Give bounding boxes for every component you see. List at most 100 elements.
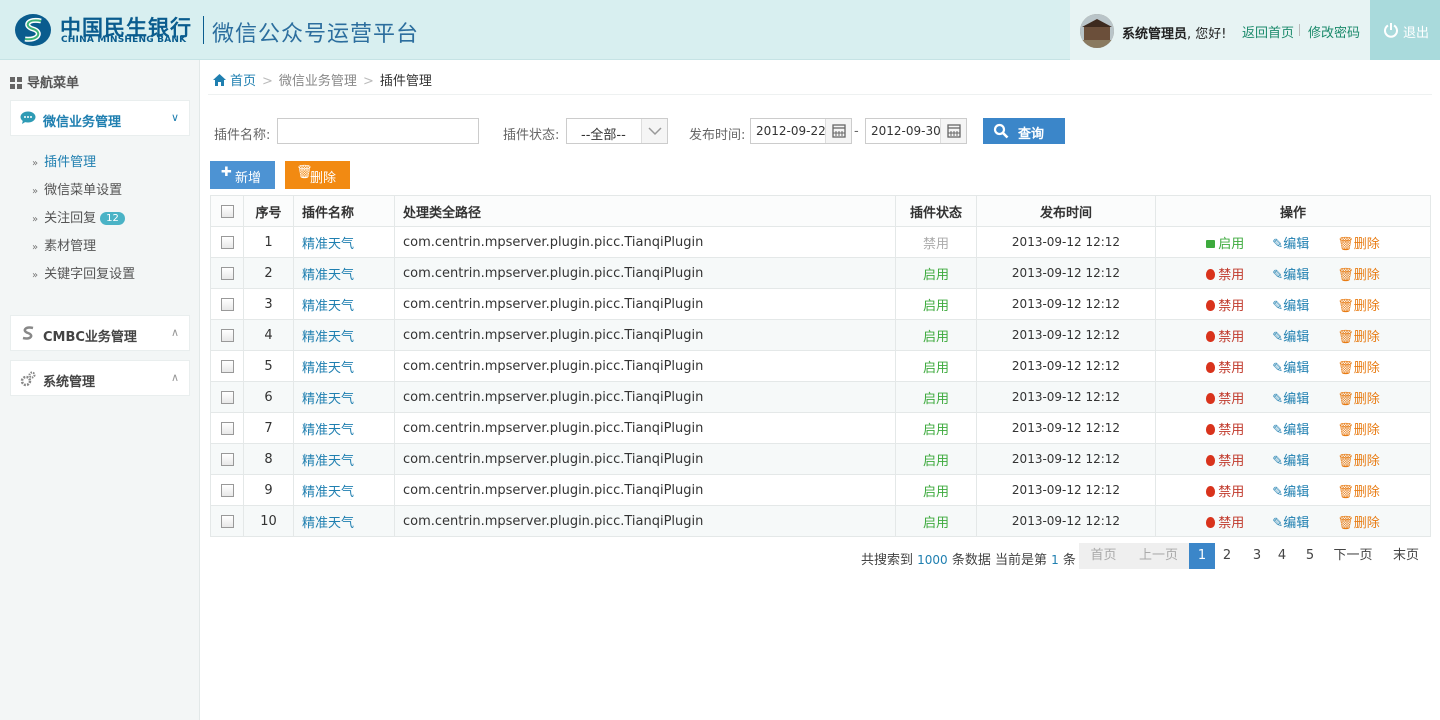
- edit-button[interactable]: ✎编辑: [1272, 264, 1309, 283]
- row-checkbox[interactable]: [220, 266, 234, 280]
- row-checkbox[interactable]: [220, 452, 234, 466]
- disable-button[interactable]: 禁用: [1206, 419, 1244, 438]
- edit-button[interactable]: ✎编辑: [1272, 295, 1309, 314]
- breadcrumb-home[interactable]: 首页: [213, 74, 256, 89]
- edit-button[interactable]: ✎编辑: [1272, 481, 1309, 500]
- row-checkbox[interactable]: [220, 483, 234, 497]
- plugin-name-link[interactable]: 精准天气: [302, 516, 354, 531]
- sidebar-item-plugins[interactable]: » 插件管理: [32, 151, 96, 170]
- enable-button[interactable]: 启用: [1206, 233, 1244, 252]
- plugin-status-select[interactable]: --全部--: [566, 118, 668, 144]
- last-page-button[interactable]: 末页: [1384, 543, 1428, 569]
- disable-button[interactable]: 禁用: [1206, 481, 1244, 500]
- row-checkbox[interactable]: [220, 421, 234, 435]
- disable-button[interactable]: 禁用: [1206, 512, 1244, 531]
- next-page-button[interactable]: 下一页: [1326, 543, 1380, 569]
- plugin-name-link[interactable]: 精准天气: [302, 268, 354, 283]
- edit-label: 编辑: [1283, 360, 1310, 376]
- row-checkbox-cell: [210, 443, 244, 475]
- prev-page-button[interactable]: 上一页: [1128, 543, 1189, 569]
- plugin-name-link[interactable]: 精准天气: [302, 361, 354, 376]
- change-password-link[interactable]: 修改密码: [1308, 22, 1360, 41]
- sidebar-item-keyword-reply[interactable]: » 关键字回复设置: [32, 263, 135, 282]
- page-button[interactable]: 5: [1298, 543, 1322, 569]
- plugin-name-link[interactable]: 精准天气: [302, 330, 354, 345]
- sidebar-group-system[interactable]: 系统管理 ∧: [10, 360, 190, 396]
- edit-button[interactable]: ✎编辑: [1272, 357, 1309, 376]
- delete-row-button[interactable]: 🗑删除: [1337, 388, 1380, 407]
- edit-button[interactable]: ✎编辑: [1272, 450, 1309, 469]
- sidebar-group-wechat[interactable]: 微信业务管理 ∨: [10, 100, 190, 136]
- first-page-button[interactable]: 首页: [1079, 543, 1128, 569]
- row-number: 4: [243, 319, 294, 351]
- delete-row-button[interactable]: 🗑删除: [1337, 419, 1380, 438]
- plugin-name-link[interactable]: 精准天气: [302, 237, 354, 252]
- delete-button[interactable]: 🗑 删除: [285, 161, 350, 189]
- delete-row-button[interactable]: 🗑删除: [1337, 295, 1380, 314]
- calendar-icon[interactable]: [940, 119, 966, 143]
- delete-row-button[interactable]: 🗑删除: [1337, 481, 1380, 500]
- sidebar-item-materials[interactable]: » 素材管理: [32, 235, 96, 254]
- plugin-name-link[interactable]: 精准天气: [302, 392, 354, 407]
- page-button[interactable]: 3: [1245, 543, 1269, 569]
- trash-icon: 🗑: [1337, 453, 1354, 469]
- query-button[interactable]: 查询: [983, 118, 1065, 144]
- column-header: 插件状态: [895, 195, 977, 227]
- delete-row-button[interactable]: 🗑删除: [1337, 357, 1380, 376]
- breadcrumb-section[interactable]: 微信业务管理: [279, 74, 357, 89]
- plugin-name-link[interactable]: 精准天气: [302, 299, 354, 314]
- actions-cell: 禁用 ✎编辑 🗑删除: [1155, 257, 1431, 289]
- plugin-name-link[interactable]: 精准天气: [302, 423, 354, 438]
- plugin-name-input[interactable]: [277, 118, 479, 144]
- disable-button[interactable]: 禁用: [1206, 388, 1244, 407]
- disable-button[interactable]: 禁用: [1206, 326, 1244, 345]
- add-button[interactable]: ✚ 新增: [210, 161, 275, 189]
- plugin-name-link[interactable]: 精准天气: [302, 454, 354, 469]
- page-button[interactable]: 1: [1189, 543, 1215, 569]
- delete-row-button[interactable]: 🗑删除: [1337, 326, 1380, 345]
- edit-button[interactable]: ✎编辑: [1272, 419, 1309, 438]
- row-checkbox[interactable]: [220, 235, 234, 249]
- row-checkbox-cell: [210, 226, 244, 258]
- delete-row-button[interactable]: 🗑删除: [1337, 512, 1380, 531]
- delete-row-button[interactable]: 🗑删除: [1337, 233, 1380, 252]
- calendar-icon[interactable]: [825, 119, 851, 143]
- class-path: com.centrin.mpserver.plugin.picc.TianqiP…: [394, 443, 896, 475]
- plugin-table: 序号 插件名称 处理类全路径 插件状态 发布时间 操作 1 精准天气 com.cen…: [210, 195, 1431, 537]
- plugin-name-link[interactable]: 精准天气: [302, 485, 354, 500]
- edit-button[interactable]: ✎编辑: [1272, 512, 1309, 531]
- page-button[interactable]: 2: [1215, 543, 1239, 569]
- sidebar-item-menu-settings[interactable]: » 微信菜单设置: [32, 179, 122, 198]
- delete-row-button[interactable]: 🗑删除: [1337, 450, 1380, 469]
- edit-label: 编辑: [1283, 422, 1310, 438]
- disable-button[interactable]: 禁用: [1206, 295, 1244, 314]
- sidebar-group-cmbc[interactable]: CMBC业务管理 ∧: [10, 315, 190, 351]
- pencil-icon: ✎: [1272, 391, 1284, 407]
- edit-button[interactable]: ✎编辑: [1272, 233, 1309, 252]
- pager-mid: 条数据 当前是第: [951, 553, 1047, 568]
- row-checkbox-cell: [210, 257, 244, 289]
- plugin-name-cell: 精准天气: [293, 474, 395, 506]
- plugin-name-cell: 精准天气: [293, 257, 395, 289]
- edit-button[interactable]: ✎编辑: [1272, 326, 1309, 345]
- page-button[interactable]: 4: [1270, 543, 1294, 569]
- row-checkbox[interactable]: [220, 328, 234, 342]
- row-checkbox[interactable]: [220, 390, 234, 404]
- row-checkbox[interactable]: [220, 359, 234, 373]
- disable-button[interactable]: 禁用: [1206, 357, 1244, 376]
- delete-row-button[interactable]: 🗑删除: [1337, 264, 1380, 283]
- date-to-input[interactable]: 2012-09-30: [865, 118, 967, 144]
- disable-button[interactable]: 禁用: [1206, 450, 1244, 469]
- date-from-input[interactable]: 2012-09-22: [750, 118, 852, 144]
- disable-button[interactable]: 禁用: [1206, 264, 1244, 283]
- edit-button[interactable]: ✎编辑: [1272, 388, 1309, 407]
- select-all-checkbox[interactable]: [220, 204, 234, 218]
- row-checkbox-cell: [210, 319, 244, 351]
- logout-button[interactable]: 退出: [1370, 0, 1440, 60]
- row-checkbox[interactable]: [220, 514, 234, 528]
- home-link[interactable]: 返回首页: [1242, 22, 1294, 41]
- table-row: 4 精准天气 com.centrin.mpserver.plugin.picc.Ti…: [210, 319, 1431, 351]
- row-checkbox[interactable]: [220, 297, 234, 311]
- plugin-name-cell: 精准天气: [293, 319, 395, 351]
- sidebar-item-follow-reply[interactable]: » 关注回复 12: [32, 207, 125, 226]
